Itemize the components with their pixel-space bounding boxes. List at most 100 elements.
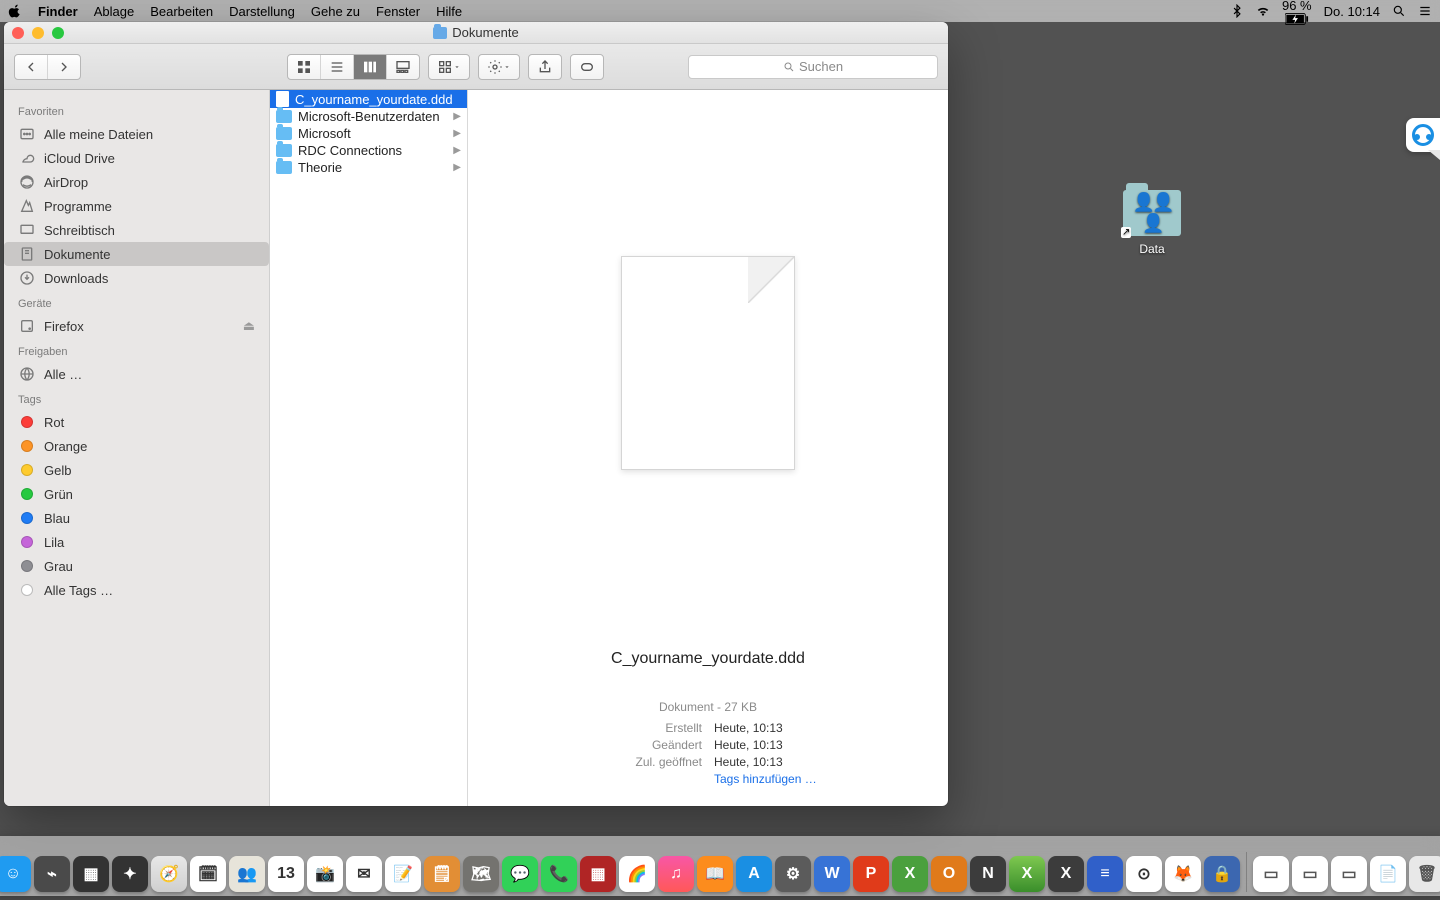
dock-app[interactable]: 📸 <box>307 856 343 892</box>
dock-app[interactable]: P <box>853 856 889 892</box>
menu-bearbeiten[interactable]: Bearbeiten <box>150 4 213 19</box>
sidebar-tag-rot[interactable]: Rot <box>4 410 269 434</box>
sidebar-tag-orange[interactable]: Orange <box>4 434 269 458</box>
dock-app[interactable]: ≡ <box>1087 856 1123 892</box>
dock-app[interactable]: 🧭 <box>151 856 187 892</box>
dock-item[interactable]: ▭ <box>1253 856 1289 892</box>
file-row[interactable]: C_yourname_yourdate.ddd <box>270 90 467 108</box>
view-column-button[interactable] <box>354 55 387 79</box>
sidebar-section-favorites: Favoriten <box>4 98 269 122</box>
notifications-icon[interactable] <box>1418 4 1432 18</box>
sidebar-item-icloud-drive[interactable]: iCloud Drive <box>4 146 269 170</box>
dock-app[interactable]: 👥 <box>229 856 265 892</box>
arrange-button[interactable] <box>429 55 469 79</box>
dock-app[interactable]: ⊙ <box>1126 856 1162 892</box>
dock-app[interactable]: ▦ <box>73 856 109 892</box>
sidebar-item-airdrop[interactable]: AirDrop <box>4 170 269 194</box>
dock-item[interactable]: ▭ <box>1292 856 1328 892</box>
dock-item[interactable]: 📄 <box>1370 856 1406 892</box>
dock-app[interactable]: X <box>892 856 928 892</box>
file-row[interactable]: Microsoft▶ <box>270 125 467 142</box>
menu-darstellung[interactable]: Darstellung <box>229 4 295 19</box>
dock-app[interactable]: ⌁ <box>34 856 70 892</box>
sidebar-tag-grün[interactable]: Grün <box>4 482 269 506</box>
dock-app[interactable]: W <box>814 856 850 892</box>
sidebar-item-schreibtisch[interactable]: Schreibtisch <box>4 218 269 242</box>
preview-created-label: Erstellt <box>468 721 702 735</box>
sidebar: Favoriten Alle meine DateieniCloud Drive… <box>4 90 270 806</box>
dock-app[interactable]: 🗓 <box>190 856 226 892</box>
menu-gehezu[interactable]: Gehe zu <box>311 4 360 19</box>
dock-app[interactable]: X <box>1048 856 1084 892</box>
file-row[interactable]: Microsoft-Benutzerdaten▶ <box>270 108 467 125</box>
wifi-icon[interactable] <box>1256 4 1270 18</box>
sidebar-tag-grau[interactable]: Grau <box>4 554 269 578</box>
spotlight-icon[interactable] <box>1392 4 1406 18</box>
file-name: C_yourname_yourdate.ddd <box>295 92 461 107</box>
app-name[interactable]: Finder <box>38 4 78 19</box>
zoom-button[interactable] <box>52 27 64 39</box>
sidebar-shared[interactable]: Alle … <box>4 362 269 386</box>
dock-app[interactable]: 13 <box>268 856 304 892</box>
window-titlebar[interactable]: Dokumente <box>4 22 948 44</box>
dock-app[interactable]: 💬 <box>502 856 538 892</box>
dock-item[interactable]: 🗑 <box>1409 856 1440 892</box>
dock-app[interactable]: 🌈 <box>619 856 655 892</box>
dock-app[interactable]: 🗒 <box>424 856 460 892</box>
sidebar-all-tags[interactable]: Alle Tags … <box>4 578 269 602</box>
menu-fenster[interactable]: Fenster <box>376 4 420 19</box>
dock-app[interactable]: 🔒 <box>1204 856 1240 892</box>
dock-app[interactable]: 📞 <box>541 856 577 892</box>
preview-filename: C_yourname_yourdate.ddd <box>611 650 805 668</box>
search-field[interactable]: Suchen <box>688 55 938 79</box>
eject-icon[interactable]: ⏏ <box>243 318 255 334</box>
bluetooth-icon[interactable] <box>1230 4 1244 18</box>
sidebar-item-downloads[interactable]: Downloads <box>4 266 269 290</box>
sidebar-item-dokumente[interactable]: Dokumente <box>4 242 269 266</box>
close-button[interactable] <box>12 27 24 39</box>
dock-app[interactable]: ✦ <box>112 856 148 892</box>
dock-item[interactable]: ▭ <box>1331 856 1367 892</box>
dock-app[interactable]: N <box>970 856 1006 892</box>
action-button[interactable] <box>479 55 519 79</box>
file-row[interactable]: RDC Connections▶ <box>270 142 467 159</box>
preview-add-tags[interactable]: Tags hinzufügen … <box>714 772 948 786</box>
dock-app[interactable]: O <box>931 856 967 892</box>
dock-app[interactable]: A <box>736 856 772 892</box>
menu-ablage[interactable]: Ablage <box>94 4 134 19</box>
dock-app[interactable]: ✉ <box>346 856 382 892</box>
dock-app[interactable]: 🦊 <box>1165 856 1201 892</box>
apple-icon[interactable] <box>8 4 22 18</box>
sidebar-item-label: Blau <box>44 511 70 526</box>
dock-app[interactable]: 🗺 <box>463 856 499 892</box>
sidebar-item-label: Alle … <box>44 367 82 382</box>
sidebar-item-alle-meine-dateien[interactable]: Alle meine Dateien <box>4 122 269 146</box>
sidebar-tag-blau[interactable]: Blau <box>4 506 269 530</box>
dock-app[interactable]: 📝 <box>385 856 421 892</box>
sidebar-item-programme[interactable]: Programme <box>4 194 269 218</box>
minimize-button[interactable] <box>32 27 44 39</box>
teamviewer-tab[interactable] <box>1406 118 1440 152</box>
tag-dot-icon <box>21 560 33 572</box>
dock-app[interactable]: ▦ <box>580 856 616 892</box>
sidebar-tag-gelb[interactable]: Gelb <box>4 458 269 482</box>
battery-status[interactable]: 96 % <box>1282 0 1312 25</box>
view-icon-button[interactable] <box>288 55 321 79</box>
sidebar-device[interactable]: Firefox⏏ <box>4 314 269 338</box>
clock[interactable]: Do. 10:14 <box>1324 4 1380 19</box>
view-gallery-button[interactable] <box>387 55 419 79</box>
desktop-folder-data[interactable]: 👤👤👤↗ Data <box>1122 190 1182 256</box>
dock-app[interactable]: ☺ <box>0 856 31 892</box>
dock-app[interactable]: 📖 <box>697 856 733 892</box>
file-row[interactable]: Theorie▶ <box>270 159 467 176</box>
view-list-button[interactable] <box>321 55 354 79</box>
dock-app[interactable]: X <box>1009 856 1045 892</box>
dock-app[interactable]: ♫ <box>658 856 694 892</box>
dock-app[interactable]: ⚙ <box>775 856 811 892</box>
tags-button[interactable] <box>571 55 603 79</box>
menu-hilfe[interactable]: Hilfe <box>436 4 462 19</box>
share-button[interactable] <box>529 55 561 79</box>
back-button[interactable] <box>15 55 48 79</box>
sidebar-tag-lila[interactable]: Lila <box>4 530 269 554</box>
forward-button[interactable] <box>48 55 80 79</box>
